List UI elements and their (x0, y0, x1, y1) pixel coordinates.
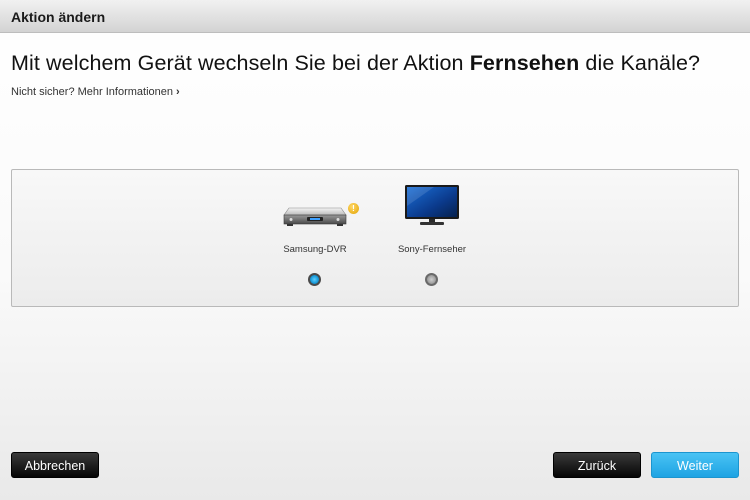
device-label: Samsung-DVR (283, 244, 347, 255)
device-label: Sony-Fernseher (397, 244, 467, 255)
chevron-right-icon: › (176, 86, 180, 98)
dialog-titlebar: Aktion ändern (0, 0, 750, 33)
device-radio-sony-tv[interactable] (425, 273, 438, 286)
change-activity-dialog: Aktion ändern Mit welchem Gerät wechseln… (0, 0, 750, 500)
question-suffix: die Kanäle? (579, 51, 701, 75)
cancel-button[interactable]: Abbrechen (11, 452, 99, 478)
device-option-sony-tv[interactable]: Sony-Fernseher (382, 170, 482, 306)
dvr-icon (283, 207, 347, 226)
next-button[interactable]: Weiter (651, 452, 739, 478)
question-prefix: Mit welchem Gerät wechseln Sie bei der A… (11, 51, 470, 75)
device-radio-samsung-dvr[interactable] (308, 273, 321, 286)
tv-icon (405, 185, 459, 225)
device-selection-panel: ! Samsung-DVR Sony-Fernseher (11, 169, 739, 307)
question-heading: Mit welchem Gerät wechseln Sie bei der A… (11, 51, 700, 76)
device-option-samsung-dvr[interactable]: ! Samsung-DVR (265, 170, 365, 306)
more-info-link[interactable]: Nicht sicher? Mehr Informationen › (11, 86, 180, 98)
back-button[interactable]: Zurück (553, 452, 641, 478)
more-info-label: Nicht sicher? Mehr Informationen (11, 86, 174, 98)
warning-icon: ! (348, 203, 359, 214)
dialog-title: Aktion ändern (11, 9, 106, 25)
question-activity: Fernsehen (469, 51, 580, 75)
